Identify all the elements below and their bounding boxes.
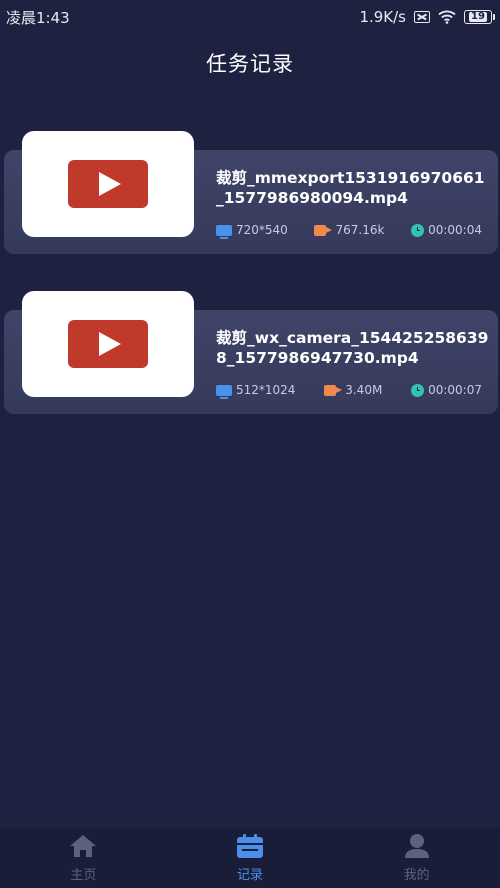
video-thumbnail[interactable] — [22, 131, 194, 237]
page-title: 任务记录 — [206, 52, 294, 76]
clock-icon — [411, 223, 425, 237]
status-bar: 凌晨1:43 1.9K/s 19 — [0, 0, 500, 34]
monitor-icon — [216, 224, 232, 239]
record-meta: 512*1024 3.40M 00:00:07 — [216, 383, 482, 399]
duration-value: 00:00:04 — [428, 223, 482, 237]
tab-records-label: 记录 — [236, 868, 263, 883]
video-thumbnail[interactable] — [22, 291, 194, 397]
resolution-value: 512*1024 — [236, 383, 296, 397]
video-camera-icon — [314, 224, 327, 236]
record-file-name: 裁剪_mmexport1531916970661_1577986980094.m… — [216, 169, 485, 207]
battery-level: 19 — [469, 11, 487, 22]
monitor-icon — [216, 384, 232, 399]
clock-icon — [411, 383, 425, 397]
battery-icon: 19 — [464, 10, 495, 24]
resolution-value: 720*540 — [236, 223, 288, 237]
record-file-name: 裁剪_wx_camera_1544252586398_1577986947730… — [216, 329, 489, 367]
user-icon — [404, 834, 429, 858]
home-icon — [70, 835, 97, 857]
play-icon — [68, 320, 148, 368]
status-icons: 1.9K/s 19 — [359, 8, 495, 26]
tab-records[interactable]: 记录 — [190, 833, 310, 883]
size-meta: 767.16k — [314, 223, 384, 237]
no-sim-icon — [414, 11, 430, 23]
tab-mine-label: 我的 — [403, 868, 430, 883]
tab-mine[interactable]: 我的 — [357, 833, 477, 883]
size-value: 767.16k — [335, 223, 385, 237]
net-speed: 1.9K/s — [359, 8, 406, 26]
play-icon — [68, 160, 148, 208]
tab-home[interactable]: 主页 — [23, 833, 143, 883]
calendar-icon — [236, 834, 263, 858]
record-meta: 720*540 767.16k 00:00:04 — [216, 223, 482, 239]
resolution-meta: 720*540 — [216, 223, 288, 239]
bottom-tab-bar: 主页 记录 我的 — [0, 828, 500, 888]
duration-meta: 00:00:07 — [411, 383, 482, 397]
video-camera-icon — [324, 384, 337, 396]
duration-value: 00:00:07 — [428, 383, 482, 397]
size-meta: 3.40M — [324, 383, 382, 397]
duration-meta: 00:00:04 — [411, 223, 482, 237]
resolution-meta: 512*1024 — [216, 383, 296, 399]
tab-home-label: 主页 — [70, 868, 97, 883]
status-time: 凌晨1:43 — [6, 8, 70, 27]
size-value: 3.40M — [345, 383, 383, 397]
wifi-icon — [438, 10, 456, 24]
